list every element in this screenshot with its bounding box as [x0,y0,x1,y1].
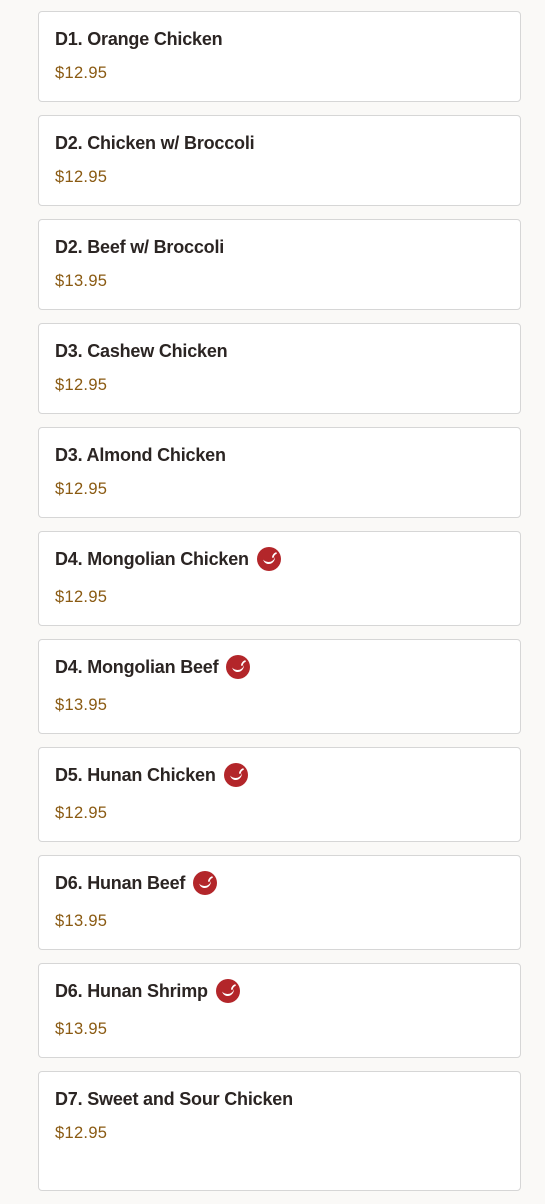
menu-item-name: D3. Cashew Chicken [55,340,228,361]
menu-item-title-row: D4. Mongolian Beef [55,655,504,679]
menu-item-title-row: D6. Hunan Shrimp [55,979,504,1003]
menu-item-card[interactable]: D1. Orange Chicken $12.95 [38,11,521,102]
menu-item-name: D2. Beef w/ Broccoli [55,236,225,257]
chili-pepper-icon [223,763,248,787]
menu-item-title-row: D6. Hunan Beef [55,871,504,895]
menu-item-card[interactable]: D4. Mongolian Chicken $12.95 [38,531,521,626]
menu-item-name: D4. Mongolian Beef [55,656,219,677]
menu-item-price: $12.95 [55,588,108,606]
menu-item-name: D3. Almond Chicken [55,444,226,465]
menu-item-price: $13.95 [55,272,108,290]
menu-item-card[interactable]: D6. Hunan Beef $13.95 [38,855,521,950]
menu-item-price: $12.95 [55,480,108,498]
menu-item-title-row: D1. Orange Chicken [55,27,504,51]
menu-item-price: $13.95 [55,1020,108,1038]
menu-item-price: $12.95 [55,804,108,822]
menu-item-title-row: D3. Almond Chicken [55,443,504,467]
menu-item-name: D5. Hunan Chicken [55,764,216,785]
menu-item-card[interactable]: D4. Mongolian Beef $13.95 [38,639,521,734]
chili-pepper-icon [193,871,218,895]
menu-item-name: D1. Orange Chicken [55,28,223,49]
menu-item-card[interactable]: D6. Hunan Shrimp $13.95 [38,963,521,1058]
menu-item-price: $12.95 [55,64,108,82]
menu-item-name: D6. Hunan Beef [55,872,186,893]
menu-item-price: $13.95 [55,912,108,930]
menu-item-list: D1. Orange Chicken $12.95 D2. Chicken w/… [38,11,521,1204]
menu-item-card[interactable]: D3. Almond Chicken $12.95 [38,427,521,518]
menu-item-title-row: D2. Chicken w/ Broccoli [55,131,504,155]
menu-item-name: D7. Sweet and Sour Chicken [55,1088,293,1109]
menu-item-name: D2. Chicken w/ Broccoli [55,132,255,153]
menu-item-card[interactable]: D5. Hunan Chicken $12.95 [38,747,521,842]
chili-pepper-icon [256,547,281,571]
menu-item-price: $13.95 [55,696,108,714]
chili-pepper-icon [215,979,240,1003]
menu-item-title-row: D3. Cashew Chicken [55,339,504,363]
menu-item-name: D6. Hunan Shrimp [55,980,208,1001]
menu-item-card[interactable]: D2. Chicken w/ Broccoli $12.95 [38,115,521,206]
menu-item-price: $12.95 [55,376,108,394]
menu-item-card[interactable]: D2. Beef w/ Broccoli $13.95 [38,219,521,310]
menu-item-title-row: D5. Hunan Chicken [55,763,504,787]
menu-item-card[interactable]: D3. Cashew Chicken $12.95 [38,323,521,414]
menu-item-title-row: D4. Mongolian Chicken [55,547,504,571]
menu-item-title-row: D2. Beef w/ Broccoli [55,235,504,259]
menu-item-price: $12.95 [55,168,108,186]
menu-item-card[interactable]: D7. Sweet and Sour Chicken $12.95 [38,1071,521,1191]
menu-item-price: $12.95 [55,1124,108,1142]
menu-item-title-row: D7. Sweet and Sour Chicken [55,1087,504,1111]
menu-item-name: D4. Mongolian Chicken [55,548,249,569]
chili-pepper-icon [226,655,251,679]
